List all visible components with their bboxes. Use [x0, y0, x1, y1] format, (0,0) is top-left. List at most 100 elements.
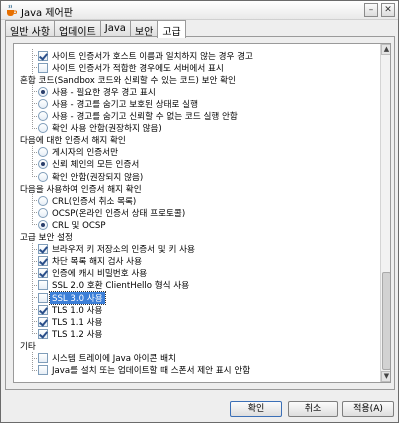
java-cup-icon: [7, 4, 17, 16]
checkbox-row[interactable]: SSL 2.0 호환 ClientHello 형식 사용: [28, 278, 189, 292]
tree-connector: [28, 206, 38, 220]
section-heading: 다음을 사용하여 인증서 해지 확인: [18, 182, 142, 195]
radio-row[interactable]: OCSP(온라인 인증서 상태 프로토콜): [28, 206, 185, 220]
checkbox-row[interactable]: SSL 3.0 사용: [28, 290, 106, 305]
close-button[interactable]: ✕: [381, 3, 395, 17]
checkbox[interactable]: [38, 304, 48, 315]
radio-button[interactable]: [38, 159, 48, 170]
java-control-panel-window: Java 제어판 – ✕ 일반 사항 업데이트 Java 보안 고급 사이트 인…: [0, 0, 399, 423]
checkbox[interactable]: [38, 256, 48, 267]
section-heading: 혼합 코드(Sandbox 코드와 신뢰할 수 있는 코드) 보안 확인: [18, 73, 236, 86]
section-heading-label: 고급 보안 설정: [20, 233, 73, 243]
advanced-tab-panel: 사이트 인증서가 호스트 이름과 일치하지 않는 경우 경고 사이트 인증서가 적…: [5, 36, 395, 390]
radio-row[interactable]: 게시자의 인증서만: [28, 145, 118, 159]
checkbox-row[interactable]: 사이트 인증서가 호스트 이름과 일치하지 않는 경우 경고: [28, 49, 253, 62]
tree-connector: [28, 157, 38, 171]
radio-button[interactable]: [38, 111, 48, 121]
checkbox[interactable]: [38, 316, 48, 327]
radio-button[interactable]: [38, 147, 48, 158]
radio-button[interactable]: [38, 195, 48, 206]
radio-row[interactable]: 확인 사용 안함(권장하지 않음): [28, 121, 162, 135]
tab-security[interactable]: 보안: [129, 20, 159, 38]
checkbox-row[interactable]: TLS 1.0 사용: [28, 303, 102, 317]
minimize-button[interactable]: –: [364, 3, 378, 17]
checkbox-row[interactable]: 시스템 트레이에 Java 아이콘 배치: [28, 351, 176, 365]
tab-update[interactable]: 업데이트: [53, 20, 101, 38]
option-label: 사용 - 경고를 숨기고 신뢰할 수 없는 코드 실행 안함: [52, 112, 238, 122]
tree-connector: [28, 351, 38, 365]
option-label: 차단 목록 해지 검사 사용: [52, 257, 142, 268]
tree-connector: [28, 109, 38, 123]
option-label: Java를 설치 또는 업데이트할 때 스폰서 제안 표시 안함: [52, 366, 251, 377]
tree-connector: [28, 194, 38, 208]
title-bar[interactable]: Java 제어판 – ✕: [1, 1, 398, 20]
checkbox[interactable]: [38, 244, 48, 255]
radio-row[interactable]: 사용 - 필요한 경우 경고 표시: [28, 85, 156, 99]
checkbox-row[interactable]: 인증에 캐시 비밀번호 사용: [28, 266, 148, 280]
radio-row[interactable]: CRL 및 OCSP: [28, 218, 106, 231]
radio-button[interactable]: [38, 98, 48, 109]
tree-connector: [28, 170, 38, 183]
checkbox[interactable]: [38, 365, 48, 376]
checkbox[interactable]: [38, 268, 48, 279]
tree-connector: [28, 315, 38, 329]
radio-row[interactable]: 신뢰 체인의 모든 인증서: [28, 157, 140, 171]
option-label: 사용 - 필요한 경우 경고 표시: [52, 87, 156, 98]
radio-button[interactable]: [38, 123, 48, 134]
tree-connector: [28, 61, 38, 75]
ok-button[interactable]: 확인: [230, 401, 282, 417]
section-heading: 다음에 대한 인증서 해지 확인: [18, 134, 126, 147]
option-label: CRL(인증서 취소 목록): [52, 196, 137, 207]
scroll-down-arrow-icon[interactable]: ▼: [381, 371, 390, 382]
scroll-up-arrow-icon[interactable]: ▲: [381, 44, 390, 55]
tree-connector: [28, 97, 38, 111]
section-heading: 기타: [18, 339, 36, 352]
tree-connector: [28, 303, 38, 317]
tab-general[interactable]: 일반 사항: [5, 20, 55, 38]
option-label: 사이트 인증서가 적합한 경우에도 서버에서 표시: [52, 63, 224, 74]
option-label: 확인 안함(권장되지 않음): [52, 172, 144, 183]
checkbox[interactable]: [38, 280, 48, 291]
checkbox-row[interactable]: TLS 1.1 사용: [28, 315, 103, 329]
radio-button[interactable]: [38, 207, 48, 218]
cancel-button[interactable]: 취소: [288, 401, 338, 417]
checkbox[interactable]: [38, 292, 48, 303]
tree-connector: [28, 266, 38, 280]
window-title: Java 제어판: [21, 8, 73, 19]
checkbox-row[interactable]: 브라우저 키 저장소의 인증서 및 키 사용: [28, 242, 195, 256]
section-heading-label: 다음에 대한 인증서 해지 확인: [20, 136, 126, 147]
tab-advanced[interactable]: 고급: [157, 20, 186, 38]
option-label: 신뢰 체인의 모든 인증서: [52, 160, 140, 171]
checkbox-row[interactable]: 차단 목록 해지 검사 사용: [28, 254, 142, 268]
radio-row[interactable]: 사용 - 경고를 숨기고 신뢰할 수 없는 코드 실행 안함: [28, 109, 238, 123]
tree-connector: [28, 254, 38, 268]
checkbox[interactable]: [38, 50, 48, 61]
scroll-thumb[interactable]: [382, 272, 390, 370]
tree-connector: [28, 327, 38, 340]
option-label: 사이트 인증서가 호스트 이름과 일치하지 않는 경우 경고: [52, 51, 253, 62]
tab-java[interactable]: Java: [99, 20, 131, 37]
radio-button[interactable]: [38, 171, 48, 182]
option-label: TLS 1.1 사용: [52, 317, 103, 328]
option-label: 인증에 캐시 비밀번호 사용: [52, 269, 148, 280]
radio-row[interactable]: CRL(인증서 취소 목록): [28, 194, 137, 208]
checkbox-row[interactable]: Java를 설치 또는 업데이트할 때 스폰서 제안 표시 안함: [28, 363, 251, 377]
checkbox[interactable]: [38, 328, 48, 339]
section-heading-label: 혼합 코드(Sandbox 코드와 신뢰할 수 있는 코드) 보안 확인: [20, 75, 236, 86]
radio-row[interactable]: 사용 - 경고를 숨기고 보호된 상태로 실행: [28, 97, 198, 111]
option-label: TLS 1.2 사용: [52, 329, 103, 340]
checkbox-row[interactable]: 사이트 인증서가 적합한 경우에도 서버에서 표시: [28, 61, 224, 75]
tree-connector: [28, 218, 38, 231]
tree-connector: [28, 242, 38, 256]
vertical-scrollbar[interactable]: ▲ ▼: [380, 44, 390, 382]
radio-button[interactable]: [38, 219, 48, 230]
checkbox[interactable]: [38, 353, 48, 363]
option-label: 확인 사용 안함(권장하지 않음): [52, 124, 162, 135]
tree-connector: [28, 85, 38, 99]
apply-button[interactable]: 적용(A): [342, 401, 394, 417]
radio-button[interactable]: [38, 86, 48, 97]
radio-row[interactable]: 확인 안함(권장되지 않음): [28, 170, 143, 183]
checkbox-row[interactable]: TLS 1.2 사용: [28, 327, 102, 340]
tree-connector: [28, 49, 38, 62]
checkbox[interactable]: [38, 62, 48, 73]
